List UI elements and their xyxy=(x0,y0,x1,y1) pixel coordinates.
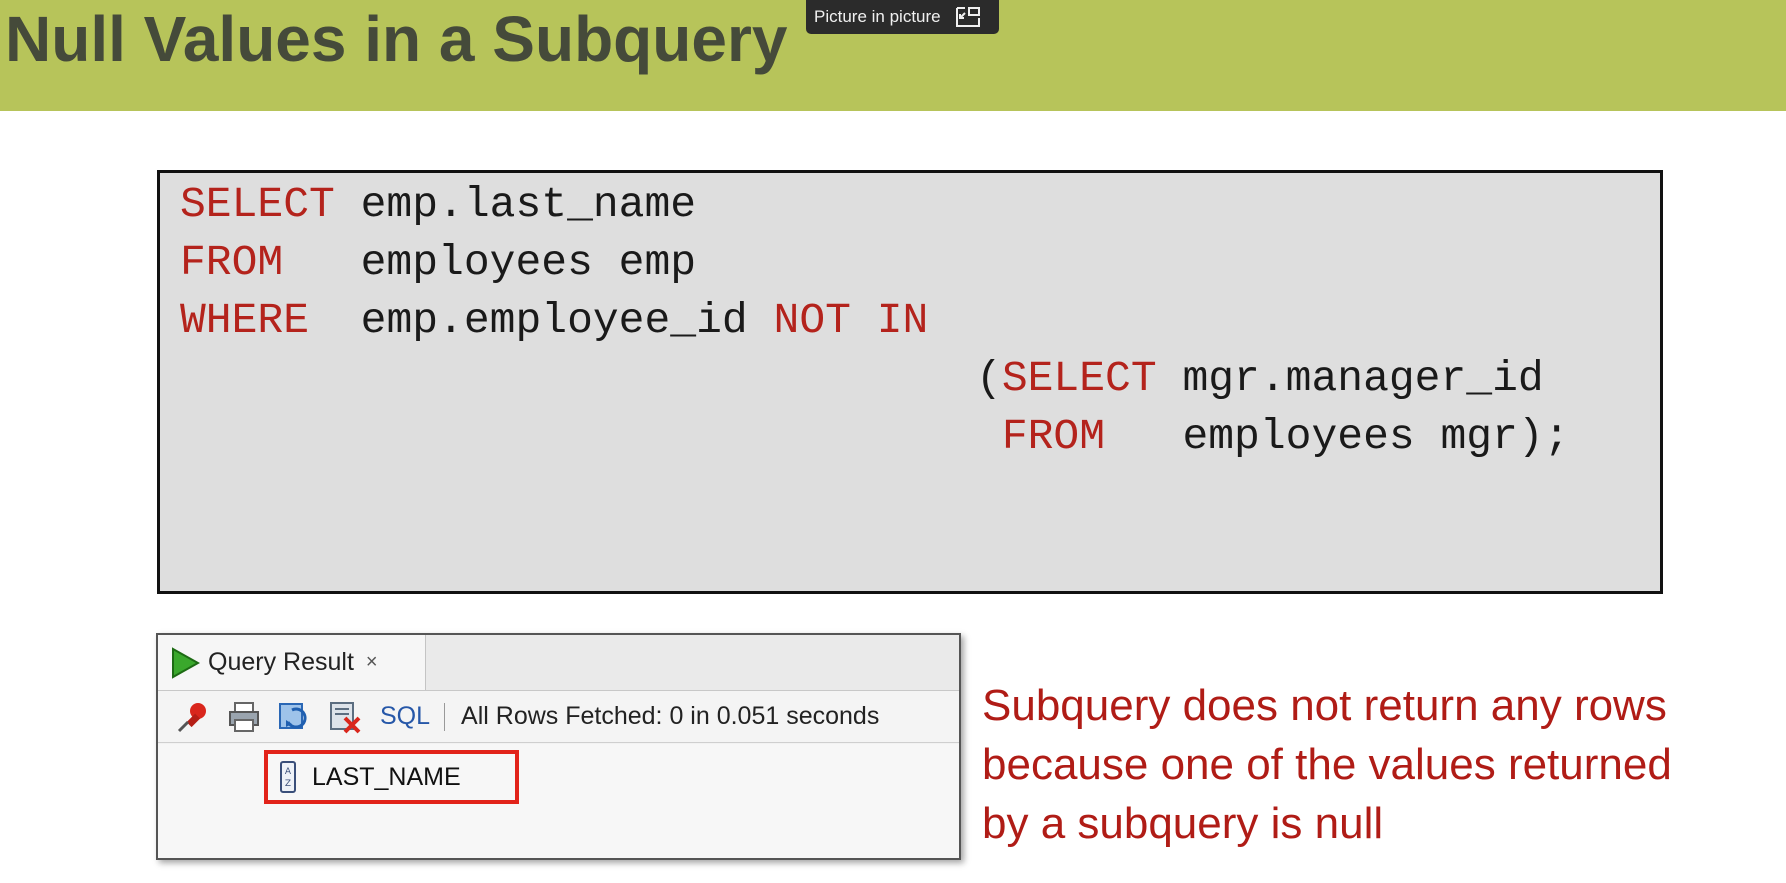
code-line-2: FROM employees emp xyxy=(180,234,696,292)
tab-query-result[interactable]: Query Result × xyxy=(158,635,426,690)
close-icon[interactable]: × xyxy=(366,651,378,674)
run-icon xyxy=(172,646,200,679)
code-line-5: FROM employees mgr); xyxy=(976,408,1570,466)
slide-title: Null Values in a Subquery xyxy=(5,3,788,75)
code-line-1: SELECT emp.last_name xyxy=(180,176,696,234)
column-header-last-name[interactable]: A Z LAST_NAME xyxy=(264,750,519,804)
clear-icon[interactable] xyxy=(329,700,363,734)
sql-button[interactable]: SQL xyxy=(380,702,430,731)
sql-keyword: SELECT xyxy=(180,180,335,229)
column-label: LAST_NAME xyxy=(312,762,461,791)
sql-text: ( xyxy=(976,354,1002,403)
note-line: Subquery does not return any rows xyxy=(982,681,1667,730)
print-icon[interactable] xyxy=(227,700,261,734)
explanation-note: Subquery does not return any rows becaus… xyxy=(982,676,1782,853)
sql-code-box: SELECT emp.last_name FROM employees emp … xyxy=(157,170,1663,594)
text-column-icon: A Z xyxy=(280,761,296,793)
picture-in-picture-icon xyxy=(955,7,980,27)
svg-text:A: A xyxy=(285,767,292,777)
pin-icon[interactable] xyxy=(176,700,210,734)
tab-strip: Query Result × xyxy=(158,635,959,691)
tab-label: Query Result xyxy=(208,648,354,676)
svg-text:Z: Z xyxy=(285,779,291,789)
sql-keyword: FROM xyxy=(180,238,284,287)
sql-keyword: WHERE xyxy=(180,296,310,345)
sql-keyword: FROM xyxy=(1001,412,1106,461)
query-result-panel: Query Result × SQL All Rows Fetched: 0 i… xyxy=(156,633,961,860)
result-grid: A Z LAST_NAME xyxy=(158,744,959,858)
sql-text: emp.last_name xyxy=(334,180,697,229)
sql-text: emp.employee_id xyxy=(309,296,774,345)
note-line: by a subquery is null xyxy=(982,799,1384,848)
pip-label: Picture in picture xyxy=(814,7,941,26)
code-line-4: (SELECT mgr.manager_id xyxy=(976,350,1544,408)
code-line-3: WHERE emp.employee_id NOT IN xyxy=(180,292,928,350)
toolbar-divider xyxy=(444,702,446,731)
result-toolbar: SQL All Rows Fetched: 0 in 0.051 seconds xyxy=(158,691,959,743)
sql-keyword: SELECT xyxy=(1001,354,1157,403)
sql-text: employees emp xyxy=(283,238,697,287)
note-line: because one of the values returned xyxy=(982,740,1672,789)
sql-keyword: NOT IN xyxy=(773,296,929,345)
picture-in-picture-button[interactable]: Picture in picture xyxy=(806,0,999,34)
refresh-icon[interactable] xyxy=(278,700,312,734)
fetch-status: All Rows Fetched: 0 in 0.051 seconds xyxy=(461,702,880,730)
sql-text: employees mgr); xyxy=(1105,412,1570,461)
sql-text: mgr.manager_id xyxy=(1156,354,1544,403)
